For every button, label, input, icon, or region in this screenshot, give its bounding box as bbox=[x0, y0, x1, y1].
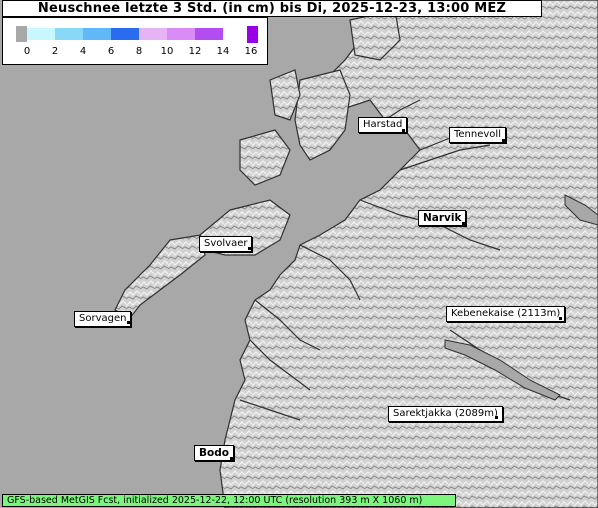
place-label-sarektjakka: Sarektjakka (2089m) bbox=[388, 406, 503, 422]
legend-max-swatch bbox=[247, 26, 258, 43]
legend-swatch-2 bbox=[83, 28, 111, 40]
legend-tick: 10 bbox=[160, 46, 174, 57]
map-view: Neuschnee letzte 3 Std. (in cm) bis Di, … bbox=[0, 0, 598, 508]
terrain-map bbox=[0, 0, 598, 508]
place-marker bbox=[402, 129, 405, 132]
legend-tick: 8 bbox=[135, 46, 143, 57]
place-label-harstad: Harstad bbox=[358, 117, 408, 133]
place-marker bbox=[248, 247, 251, 250]
place-marker bbox=[230, 457, 233, 460]
legend-tick: 0 bbox=[23, 46, 31, 57]
place-label-bodo: Bodo bbox=[194, 445, 234, 461]
legend-tick: 12 bbox=[188, 46, 202, 57]
legend-tick: 6 bbox=[107, 46, 115, 57]
legend-min-swatch bbox=[16, 26, 27, 42]
place-marker bbox=[502, 139, 505, 142]
place-label-kebenekaise: Kebenekaise (2113m) bbox=[446, 306, 566, 322]
legend-swatch-1 bbox=[55, 28, 83, 40]
place-marker bbox=[495, 416, 498, 419]
legend-swatch-3 bbox=[111, 28, 139, 40]
place-marker bbox=[462, 222, 465, 225]
legend-tick: 16 bbox=[244, 46, 258, 57]
place-label-svolvaer: Svolvaer bbox=[199, 236, 253, 252]
place-marker bbox=[559, 317, 562, 320]
place-label-narvik: Narvik bbox=[418, 210, 467, 226]
map-title: Neuschnee letzte 3 Std. (in cm) bis Di, … bbox=[2, 0, 542, 17]
legend-tick: 4 bbox=[79, 46, 87, 57]
legend-tick: 2 bbox=[51, 46, 59, 57]
legend-swatch-5 bbox=[167, 28, 195, 40]
place-label-tennevoll: Tennevoll bbox=[449, 127, 506, 143]
place-marker bbox=[127, 321, 130, 324]
legend-color-bar bbox=[27, 28, 223, 40]
legend-tick: 14 bbox=[216, 46, 230, 57]
legend-swatch-4 bbox=[139, 28, 167, 40]
legend-ticks: 0 2 4 6 8 10 12 14 16 bbox=[3, 46, 269, 58]
color-legend: 0 2 4 6 8 10 12 14 16 bbox=[2, 17, 268, 65]
forecast-footer: GFS-based MetGIS Fcst, initialized 2025-… bbox=[2, 494, 456, 507]
legend-swatch-0 bbox=[27, 28, 55, 40]
legend-swatch-6 bbox=[195, 28, 223, 40]
place-label-sorvagen: Sorvagen bbox=[74, 311, 132, 327]
